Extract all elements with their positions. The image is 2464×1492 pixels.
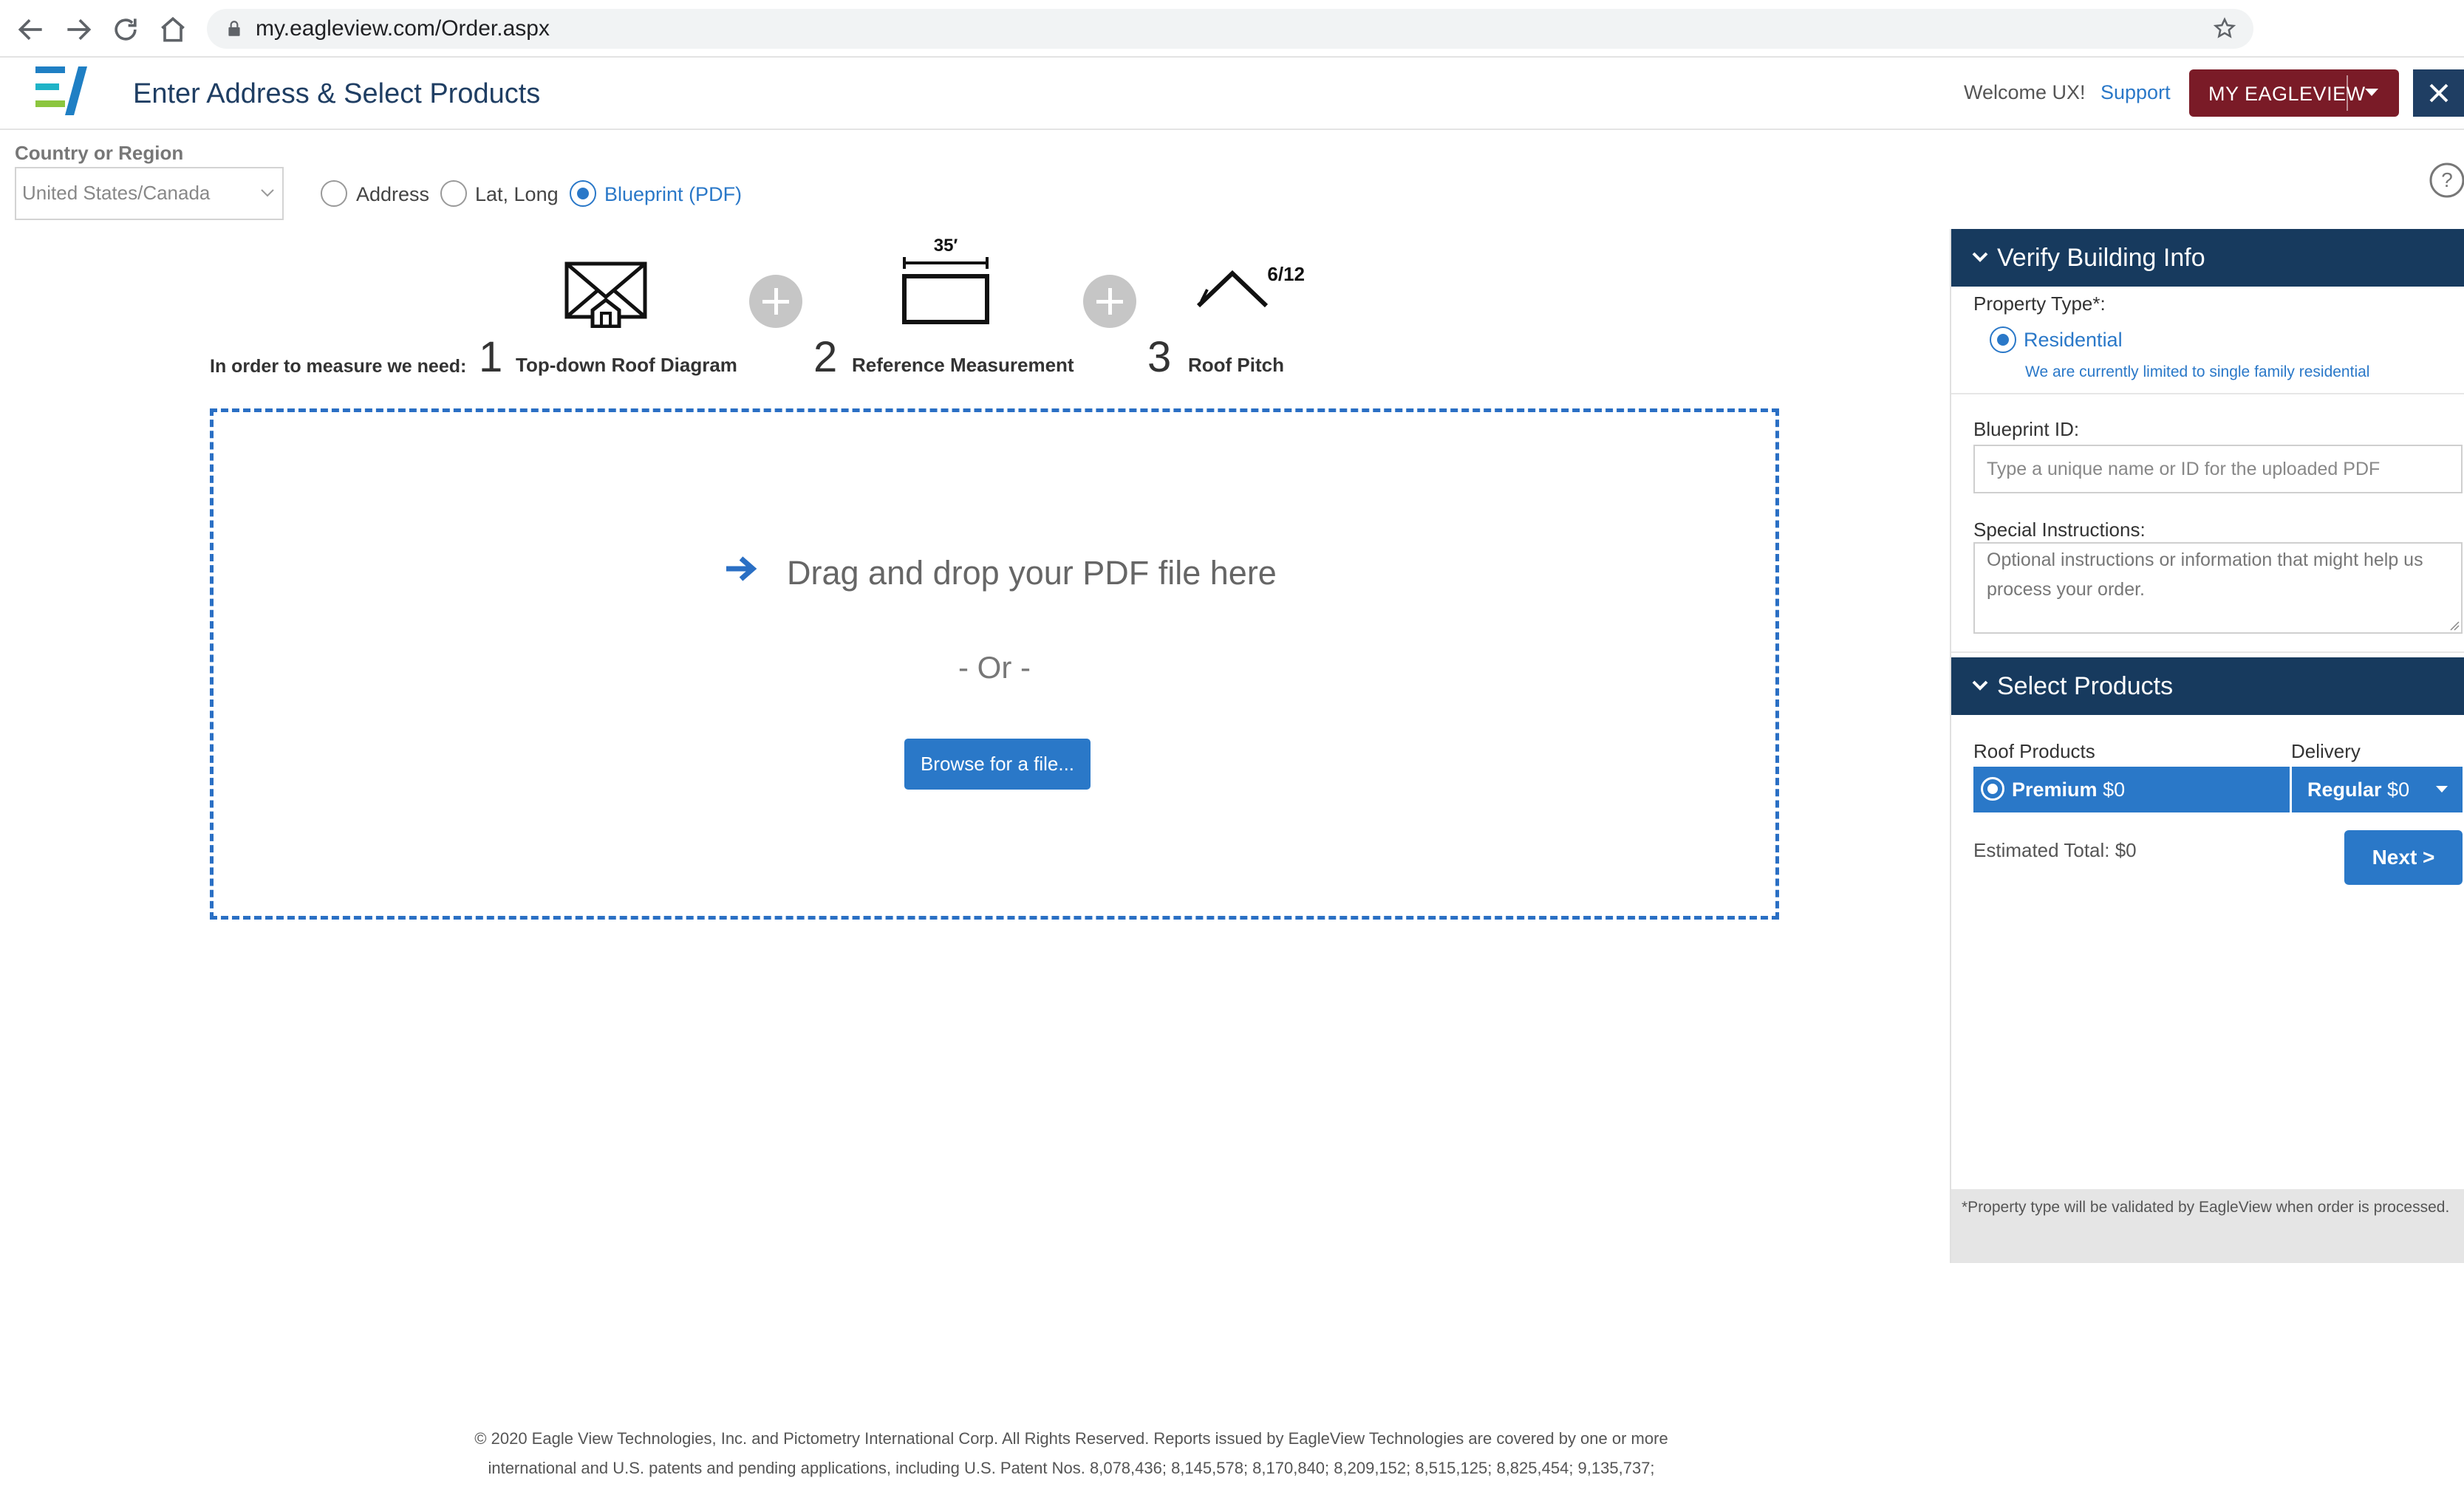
step-3-number: 3 bbox=[1147, 333, 1172, 381]
my-eagleview-label: MY EAGLEVIEW bbox=[2208, 83, 2366, 105]
property-type-label: Property Type*: bbox=[1973, 292, 2106, 315]
caret-down-icon bbox=[2436, 786, 2448, 793]
back-arrow-icon[interactable] bbox=[15, 13, 47, 46]
help-icon[interactable]: ? bbox=[2428, 161, 2464, 199]
blueprint-id-label: Blueprint ID: bbox=[1973, 418, 2080, 440]
resize-grip-icon[interactable] bbox=[2449, 620, 2460, 631]
next-button[interactable]: Next > bbox=[2344, 830, 2463, 885]
drop-instruction: Drag and drop your PDF file here bbox=[787, 554, 1277, 592]
copyright-line-2: international and U.S. patents and pendi… bbox=[488, 1459, 1655, 1477]
address-bar[interactable]: my.eagleview.com/Order.aspx bbox=[207, 9, 2253, 49]
product-row: Premium $0 Regular $0 bbox=[1973, 767, 2463, 812]
my-eagleview-button[interactable]: MY EAGLEVIEW bbox=[2189, 69, 2399, 117]
delivery-select[interactable]: Regular $0 bbox=[2293, 767, 2463, 812]
eagleview-logo-icon[interactable] bbox=[35, 64, 102, 118]
step-2-label: Reference Measurement bbox=[852, 354, 1074, 376]
reload-icon[interactable] bbox=[109, 13, 142, 46]
forward-arrow-icon[interactable] bbox=[62, 13, 95, 46]
address-radio-label[interactable]: Address bbox=[356, 183, 429, 206]
support-link[interactable]: Support bbox=[2100, 81, 2171, 104]
step-2-number: 2 bbox=[813, 333, 838, 381]
roof-products-label: Roof Products bbox=[1973, 740, 2095, 762]
blueprint-radio-label[interactable]: Blueprint (PDF) bbox=[604, 183, 742, 206]
product-divider bbox=[2290, 767, 2292, 812]
url-text: my.eagleview.com/Order.aspx bbox=[256, 16, 550, 41]
select-products-header[interactable]: Select Products bbox=[1951, 657, 2464, 715]
latlong-radio[interactable] bbox=[440, 180, 467, 207]
blueprint-id-input[interactable] bbox=[1973, 445, 2463, 493]
close-icon bbox=[2429, 83, 2448, 103]
roof-diagram-icon bbox=[564, 261, 647, 328]
premium-name: Premium bbox=[2012, 778, 2098, 801]
reference-measurement-text: 35′ bbox=[934, 236, 958, 256]
special-instructions-label: Special Instructions: bbox=[1973, 519, 2146, 541]
roof-pitch-icon: 6/12 bbox=[1196, 263, 1305, 308]
browser-toolbar: my.eagleview.com/Order.aspx bbox=[0, 0, 2464, 58]
svg-text:?: ? bbox=[2441, 168, 2453, 191]
premium-price: $0 bbox=[2103, 778, 2126, 801]
country-select[interactable]: United States/Canada bbox=[15, 167, 284, 220]
premium-label: Premium $0 bbox=[2012, 778, 2125, 801]
welcome-text: Welcome UX! bbox=[1964, 81, 2086, 103]
blueprint-radio[interactable] bbox=[570, 180, 596, 207]
copyright-line-1: © 2020 Eagle View Technologies, Inc. and… bbox=[474, 1429, 1668, 1448]
property-type-note: We are currently limited to single famil… bbox=[2025, 363, 2370, 380]
delivery-value: Regular $0 bbox=[2307, 778, 2409, 801]
residential-label[interactable]: Residential bbox=[2024, 329, 2123, 352]
chevron-down-icon bbox=[1972, 252, 1988, 262]
home-icon[interactable] bbox=[157, 13, 189, 46]
step-1-label: Top-down Roof Diagram bbox=[516, 354, 737, 376]
browse-file-button[interactable]: Browse for a file... bbox=[904, 739, 1091, 790]
delivery-label: Delivery bbox=[2291, 740, 2361, 762]
plus-icon bbox=[1083, 275, 1136, 328]
premium-radio[interactable] bbox=[1981, 777, 2004, 801]
app-header: Enter Address & Select Products Welcome … bbox=[0, 58, 2464, 130]
caret-down-icon[interactable] bbox=[2365, 89, 2378, 96]
plus-icon bbox=[749, 275, 802, 328]
bookmark-star-icon[interactable] bbox=[2212, 16, 2237, 41]
step-1-number: 1 bbox=[479, 333, 503, 381]
delivery-price: $0 bbox=[2387, 778, 2410, 801]
roof-pitch-text: 6/12 bbox=[1267, 263, 1305, 285]
arrow-right-icon bbox=[726, 556, 757, 581]
address-radio[interactable] bbox=[321, 180, 347, 207]
requirements-intro: In order to measure we need: bbox=[210, 356, 467, 377]
country-label: Country or Region bbox=[15, 142, 184, 164]
country-value: United States/Canada bbox=[22, 182, 211, 204]
pdf-dropzone[interactable]: Drag and drop your PDF file here - Or - … bbox=[210, 408, 1779, 920]
verify-building-header[interactable]: Verify Building Info bbox=[1951, 229, 2464, 287]
step-3-label: Roof Pitch bbox=[1188, 354, 1284, 376]
residential-radio[interactable] bbox=[1990, 326, 2016, 353]
reference-measurement-icon: 35′ bbox=[902, 236, 989, 324]
section-divider bbox=[1951, 651, 2464, 653]
panel-footnote: *Property type will be validated by Eagl… bbox=[1951, 1189, 2464, 1263]
chevron-down-icon bbox=[1972, 680, 1988, 691]
close-button[interactable] bbox=[2413, 69, 2464, 117]
delivery-name: Regular bbox=[2307, 778, 2382, 801]
or-separator: - Or - bbox=[958, 650, 1031, 685]
special-instructions-textarea[interactable] bbox=[1973, 542, 2463, 634]
premium-product-option[interactable]: Premium $0 bbox=[1973, 767, 2288, 812]
page-footer: © 2020 Eagle View Technologies, Inc. and… bbox=[443, 1424, 1699, 1483]
select-products-title: Select Products bbox=[1997, 672, 2174, 700]
latlong-radio-label[interactable]: Lat, Long bbox=[475, 183, 559, 206]
estimated-total: Estimated Total: $0 bbox=[1973, 839, 2137, 861]
lock-icon bbox=[228, 21, 240, 36]
button-divider bbox=[2347, 75, 2348, 111]
chevron-down-icon bbox=[261, 189, 274, 197]
property-validation-note: *Property type will be validated by Eagl… bbox=[1962, 1199, 2450, 1216]
section-divider bbox=[1951, 393, 2464, 394]
verify-building-title: Verify Building Info bbox=[1997, 244, 2205, 272]
page-title: Enter Address & Select Products bbox=[133, 78, 541, 109]
order-side-panel: Verify Building Info Property Type*: Res… bbox=[1950, 229, 2464, 1263]
